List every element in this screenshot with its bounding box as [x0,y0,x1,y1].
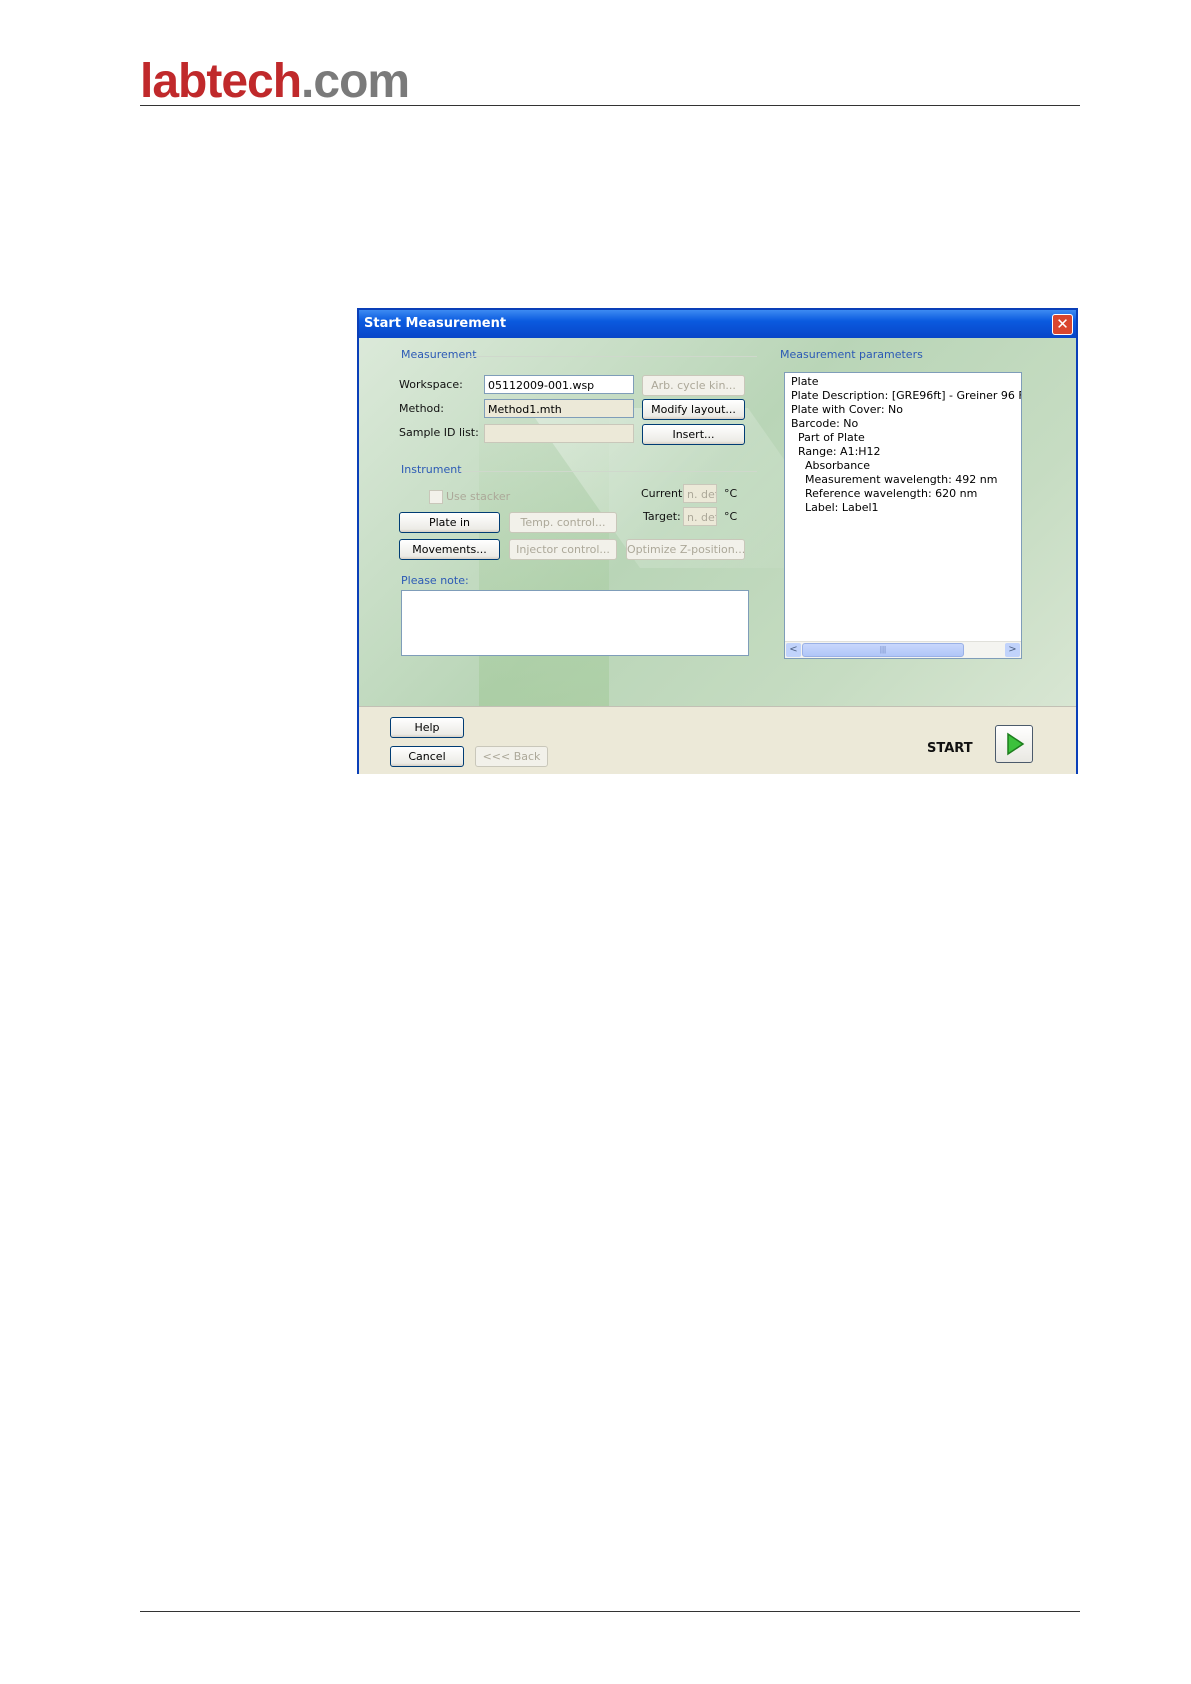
cancel-button[interactable]: Cancel [390,746,464,767]
scroll-right-icon[interactable]: > [1005,643,1020,657]
parameter-line: Barcode: No [791,417,859,430]
play-icon [1007,732,1025,756]
parameter-line: Label: Label1 [791,501,879,514]
parameter-line: Absorbance [791,459,870,472]
insert-button[interactable]: Insert... [642,424,745,445]
sample-id-list-label: Sample ID list: [399,426,479,439]
instrument-group-label: Instrument [401,463,462,476]
logo-text-primary: labtech [140,55,302,108]
labtech-logo: labtech.com [140,54,410,109]
target-temp-label: Target: [643,510,681,523]
parameter-line: Measurement wavelength: 492 nm [791,473,998,486]
dialog-title: Start Measurement [364,316,507,331]
dialog-titlebar: Start Measurement ✕ [359,310,1076,338]
help-button[interactable]: Help [390,717,464,738]
logo-text-secondary: .com [301,55,410,108]
measurement-group-label: Measurement [401,348,477,361]
start-measurement-dialog: Start Measurement ✕ Measurement Workspac… [357,308,1078,774]
injector-control-button[interactable]: Injector control... [509,539,617,560]
parameter-line: Range: A1:H12 [791,445,881,458]
optimize-z-position-button[interactable]: Optimize Z-position... [626,539,745,560]
parameter-line: Reference wavelength: 620 nm [791,487,978,500]
please-note-label: Please note: [401,574,469,587]
parameter-line: Plate Description: [GRE96ft] - Greiner 9… [791,389,1021,402]
current-temp-label: Current: [641,487,687,500]
scroll-thumb[interactable]: ||| [802,643,964,657]
parameter-line: Plate [791,375,819,388]
start-button[interactable] [995,725,1033,763]
target-temp-field: n. def [683,507,717,526]
parameters-lines: Plate Plate Description: [GRE96ft] - Gre… [785,373,1021,515]
method-field: Method1.mth [484,399,634,418]
workspace-label: Workspace: [399,378,463,391]
modify-layout-button[interactable]: Modify layout... [642,399,745,420]
start-label: START [927,741,973,756]
current-temp-field: n. def [683,484,717,503]
use-stacker-label: Use stacker [446,490,511,503]
parameter-line: Plate with Cover: No [791,403,904,416]
sample-id-list-field[interactable] [484,424,634,443]
workspace-field[interactable]: 05112009-001.wsp [484,375,634,394]
dialog-footer: Help Cancel <<< Back START [359,706,1076,774]
temp-control-button[interactable]: Temp. control... [509,512,617,533]
parameter-line: Part of Plate [791,431,865,444]
horizontal-scrollbar[interactable]: < ||| > [785,641,1021,658]
footer-rule [140,1611,1080,1612]
scroll-left-icon[interactable]: < [786,643,801,657]
arb-cycle-kin-button[interactable]: Arb. cycle kin... [642,375,745,396]
target-temp-unit: °C [724,510,738,523]
back-button[interactable]: <<< Back [475,746,548,767]
header-rule [140,105,1080,106]
plate-in-button[interactable]: Plate in [399,512,500,533]
use-stacker-checkbox[interactable] [429,490,443,504]
method-label: Method: [399,402,444,415]
measurement-parameters-label: Measurement parameters [780,348,923,361]
measurement-group-line [469,356,757,357]
close-icon[interactable]: ✕ [1052,314,1073,335]
measurement-parameters-list[interactable]: Plate Plate Description: [GRE96ft] - Gre… [784,372,1022,659]
instrument-group-line [459,471,757,472]
please-note-box [401,590,749,656]
current-temp-unit: °C [724,487,738,500]
movements-button[interactable]: Movements... [399,539,500,560]
dialog-body: Measurement Workspace: 05112009-001.wsp … [359,338,1076,708]
